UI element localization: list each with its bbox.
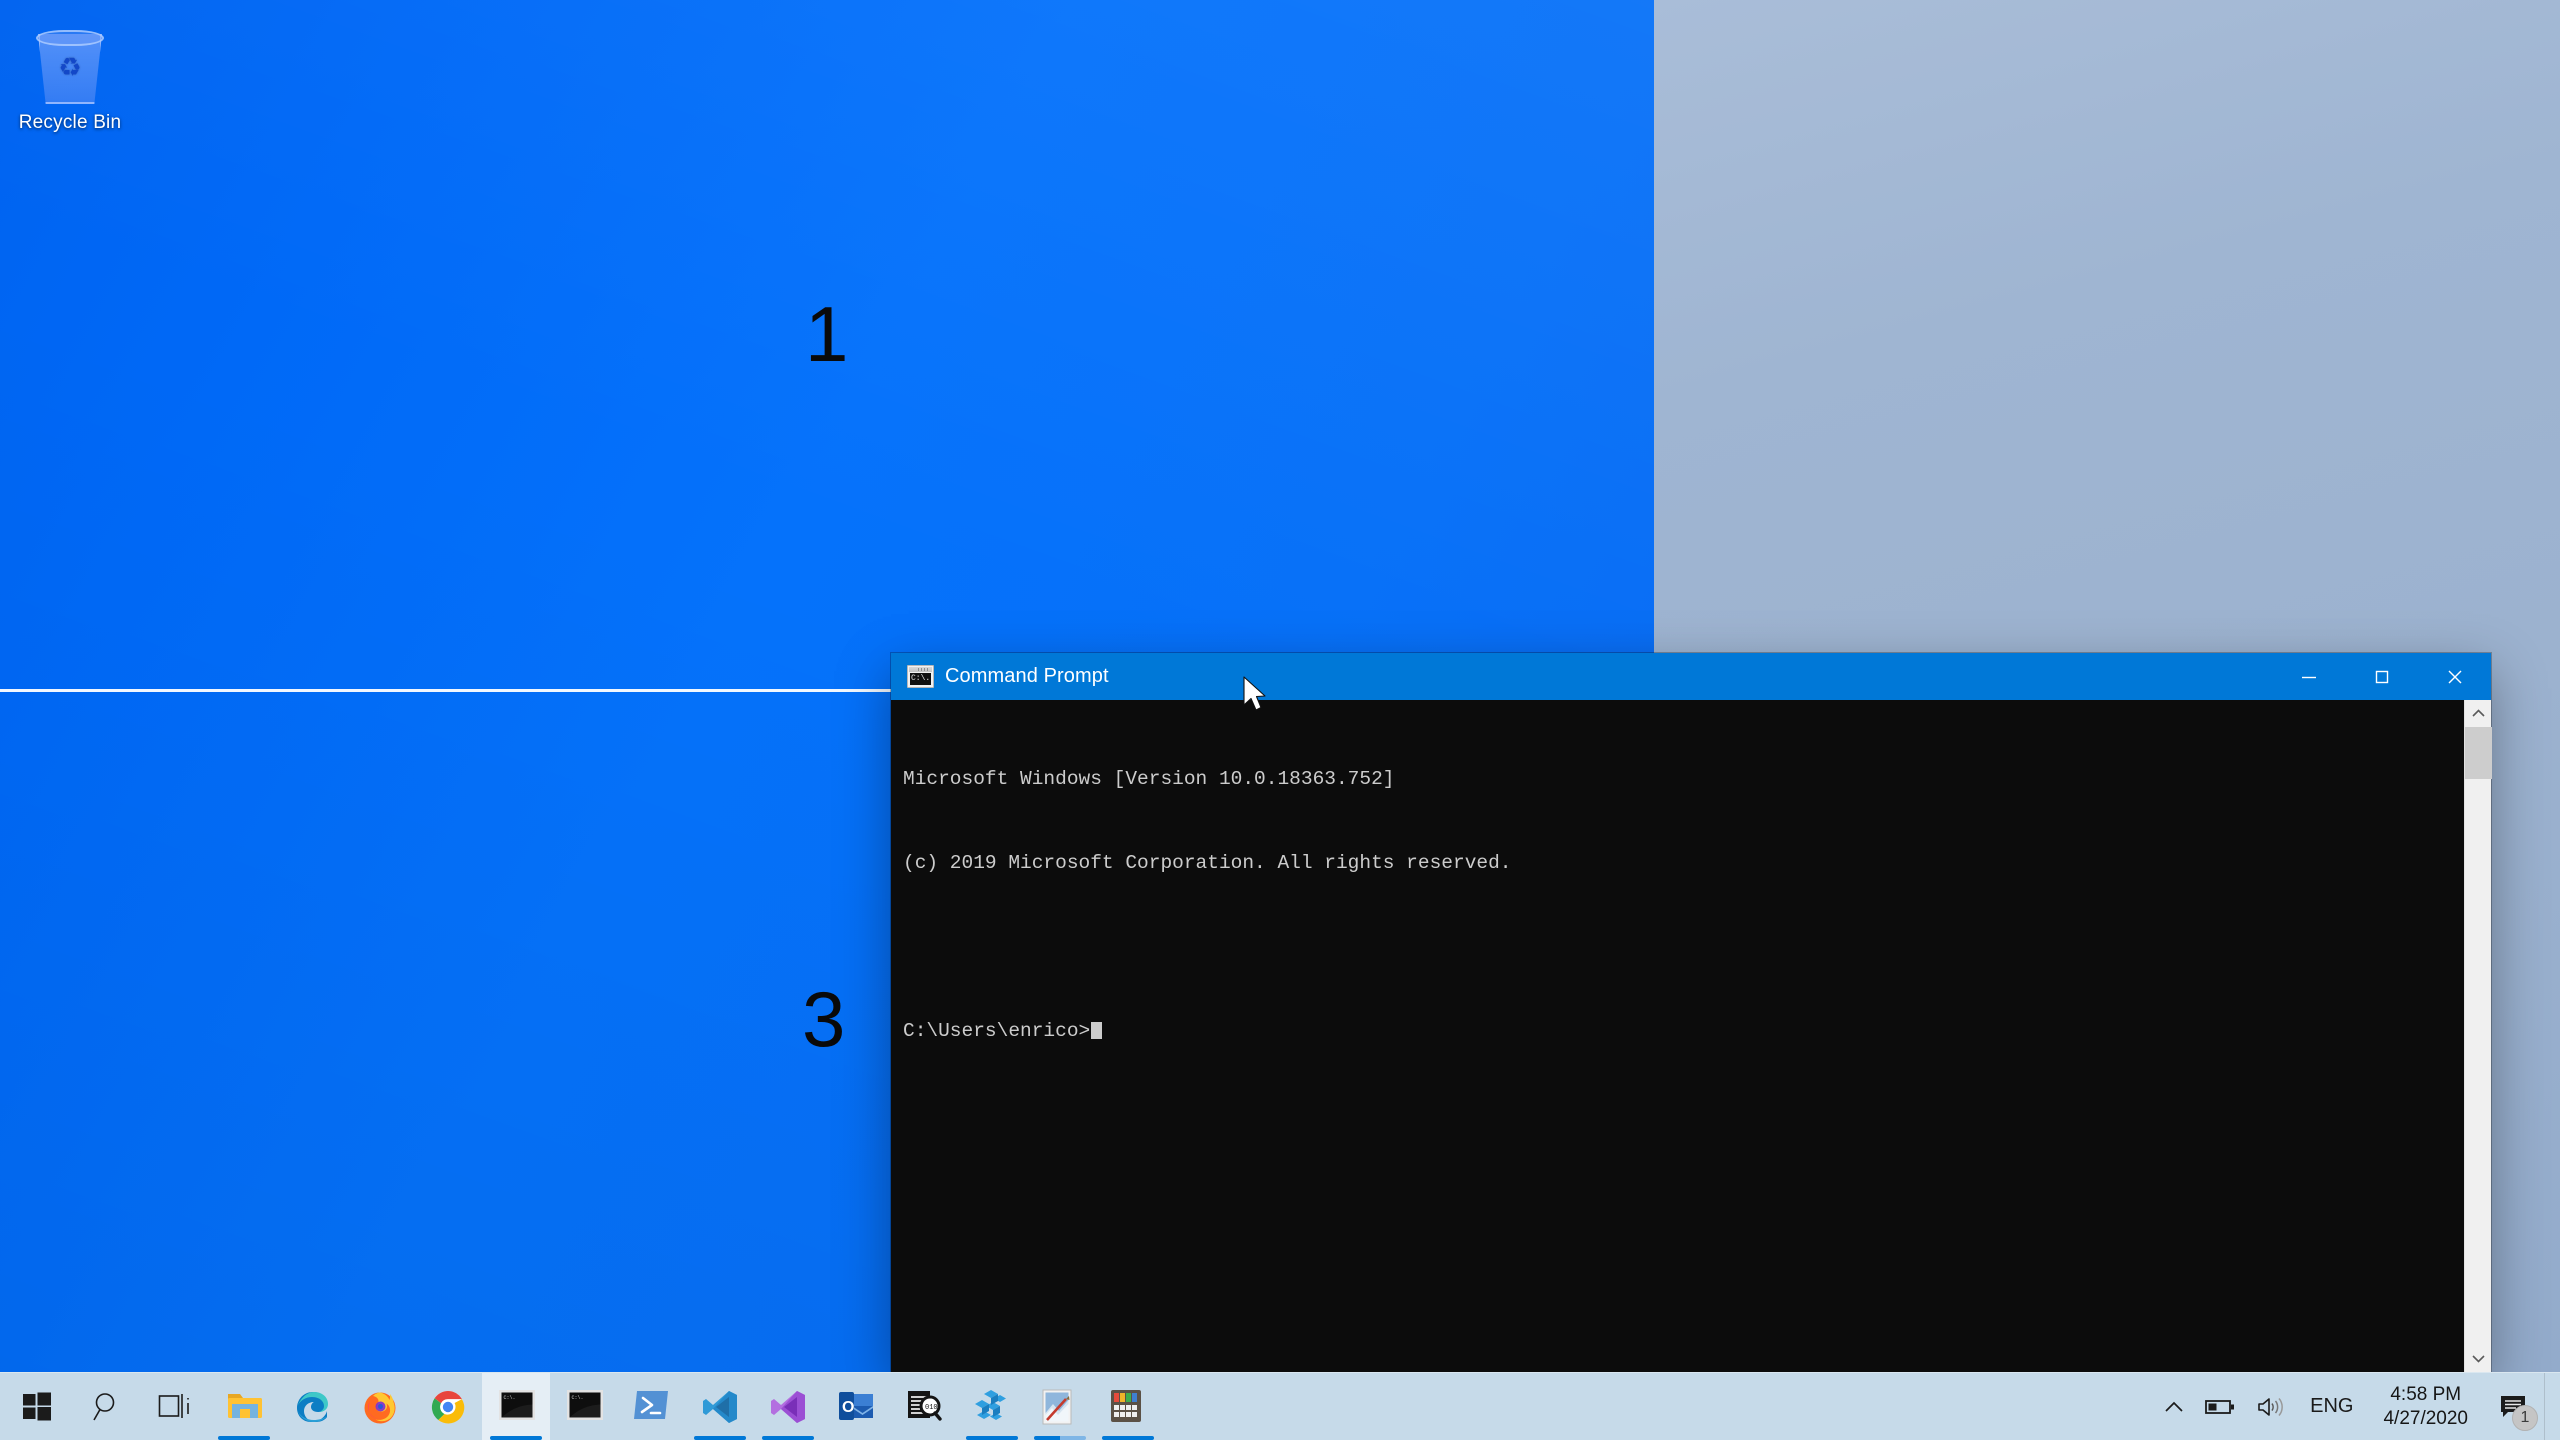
console-prompt: C:\Users\enrico> [903, 1020, 1091, 1042]
show-desktop-button[interactable] [2544, 1372, 2554, 1440]
taskbar-item-visual-studio[interactable] [754, 1373, 822, 1440]
volume-button[interactable] [2246, 1373, 2296, 1440]
taskbar-item-calculator[interactable] [1094, 1373, 1162, 1440]
taskbar[interactable]: C:\. C:\. O 010 ENG 4:58 PM 4/27/2020 1 [0, 1372, 2560, 1440]
scrollbar-thumb[interactable] [2465, 727, 2492, 779]
taskbar-item-firefox[interactable] [346, 1373, 414, 1440]
language-indicator[interactable]: ENG [2296, 1373, 2367, 1440]
cubes-icon [974, 1389, 1010, 1425]
annotation-number-1: 1 [805, 290, 849, 378]
svg-text:C:\.: C:\. [504, 1395, 516, 1401]
window-title: Command Prompt [945, 665, 1109, 687]
maximize-button[interactable] [2345, 653, 2418, 700]
command-prompt-window[interactable]: C:\. Command Prompt Microsoft Windows [V… [891, 653, 2492, 1372]
console-icon: C:\. [907, 665, 934, 688]
taskbar-item-blue-cubes-app[interactable] [958, 1373, 1026, 1440]
running-indicator [762, 1436, 814, 1440]
taskbar-item-log-viewer[interactable]: 010 [890, 1373, 958, 1440]
search-button[interactable] [74, 1373, 142, 1440]
scroll-down-arrow-icon[interactable] [2465, 1345, 2491, 1372]
console-icon: C:\. [566, 1389, 603, 1425]
running-indicator-multi [1034, 1436, 1086, 1440]
console-line: (c) 2019 Microsoft Corporation. All righ… [903, 852, 1512, 874]
taskbar-item-vs-code[interactable] [686, 1373, 754, 1440]
annotation-number-3: 3 [802, 975, 846, 1063]
folder-icon [226, 1389, 262, 1425]
console-line: Microsoft Windows [Version 10.0.18363.75… [903, 768, 1395, 790]
system-tray[interactable]: ENG 4:58 PM 4/27/2020 1 [2154, 1372, 2560, 1440]
clock-button[interactable]: 4:58 PM 4/27/2020 [2367, 1373, 2484, 1440]
clock-time: 4:58 PM [2390, 1383, 2462, 1405]
desktop-icon-label: Recycle Bin [18, 112, 122, 133]
task-view-button[interactable] [142, 1373, 210, 1440]
taskbar-item-command-prompt-2[interactable]: C:\. [550, 1373, 618, 1440]
volume-icon [2258, 1397, 2283, 1416]
taskbar-item-google-chrome[interactable] [414, 1373, 482, 1440]
windows-logo-icon [23, 1392, 51, 1420]
running-indicator [966, 1436, 1018, 1440]
console-output[interactable]: Microsoft Windows [Version 10.0.18363.75… [891, 700, 2464, 1372]
svg-text:O: O [842, 1399, 854, 1416]
recycle-bin-icon: ♻ [30, 20, 110, 106]
vscode-icon [702, 1389, 738, 1425]
taskbar-item-powershell[interactable] [618, 1373, 686, 1440]
visual-studio-icon [770, 1389, 806, 1425]
notification-center-button[interactable]: 1 [2484, 1373, 2544, 1440]
document-search-icon: 010 [906, 1389, 942, 1425]
notification-count-badge: 1 [2512, 1404, 2538, 1431]
battery-icon [2205, 1399, 2235, 1414]
console-icon: C:\. [498, 1389, 535, 1425]
calculator-icon [1110, 1389, 1146, 1425]
running-indicator [218, 1436, 270, 1440]
running-indicator [694, 1436, 746, 1440]
taskbar-item-file-explorer[interactable] [210, 1373, 278, 1440]
powershell-icon [634, 1389, 670, 1425]
edge-icon [294, 1389, 330, 1425]
chrome-icon [430, 1389, 466, 1425]
console-prompt-line: C:\Users\enrico> [903, 1017, 2464, 1045]
svg-text:010: 010 [925, 1404, 938, 1412]
outlook-icon: O [838, 1389, 874, 1425]
taskbar-empty-area[interactable] [1162, 1373, 2154, 1440]
taskbar-item-outlook[interactable]: O [822, 1373, 890, 1440]
active-indicator [490, 1436, 542, 1440]
show-hidden-icons-button[interactable] [2154, 1373, 2194, 1440]
console-caret [1091, 1022, 1103, 1039]
desktop-icon-recycle-bin[interactable]: ♻ Recycle Bin [8, 14, 132, 150]
start-button[interactable] [0, 1373, 74, 1440]
window-body: Microsoft Windows [Version 10.0.18363.75… [891, 700, 2492, 1372]
minimize-button[interactable] [2272, 653, 2345, 700]
window-titlebar[interactable]: C:\. Command Prompt [891, 653, 2491, 700]
chevron-up-icon [2165, 1401, 2183, 1412]
search-icon [93, 1392, 115, 1420]
svg-text:C:\.: C:\. [572, 1395, 584, 1401]
battery-button[interactable] [2194, 1373, 2246, 1440]
clock-date: 4/27/2020 [2383, 1407, 2468, 1429]
taskbar-item-microsoft-edge[interactable] [278, 1373, 346, 1440]
taskbar-item-paint[interactable] [1026, 1373, 1094, 1440]
firefox-icon [362, 1389, 398, 1425]
close-button[interactable] [2418, 653, 2491, 700]
paint-icon [1042, 1389, 1078, 1425]
scrollbar-track[interactable] [2465, 727, 2492, 1345]
running-indicator [1102, 1436, 1154, 1440]
window-controls[interactable] [2272, 653, 2491, 700]
vertical-scrollbar[interactable] [2464, 700, 2492, 1372]
taskbar-item-command-prompt-1[interactable]: C:\. [482, 1373, 550, 1440]
scroll-up-arrow-icon[interactable] [2465, 700, 2491, 727]
desktop[interactable]: 1 3 ♻ Recycle Bin C:\. Command Prompt Mi… [0, 0, 2560, 1372]
task-view-icon [158, 1393, 189, 1418]
